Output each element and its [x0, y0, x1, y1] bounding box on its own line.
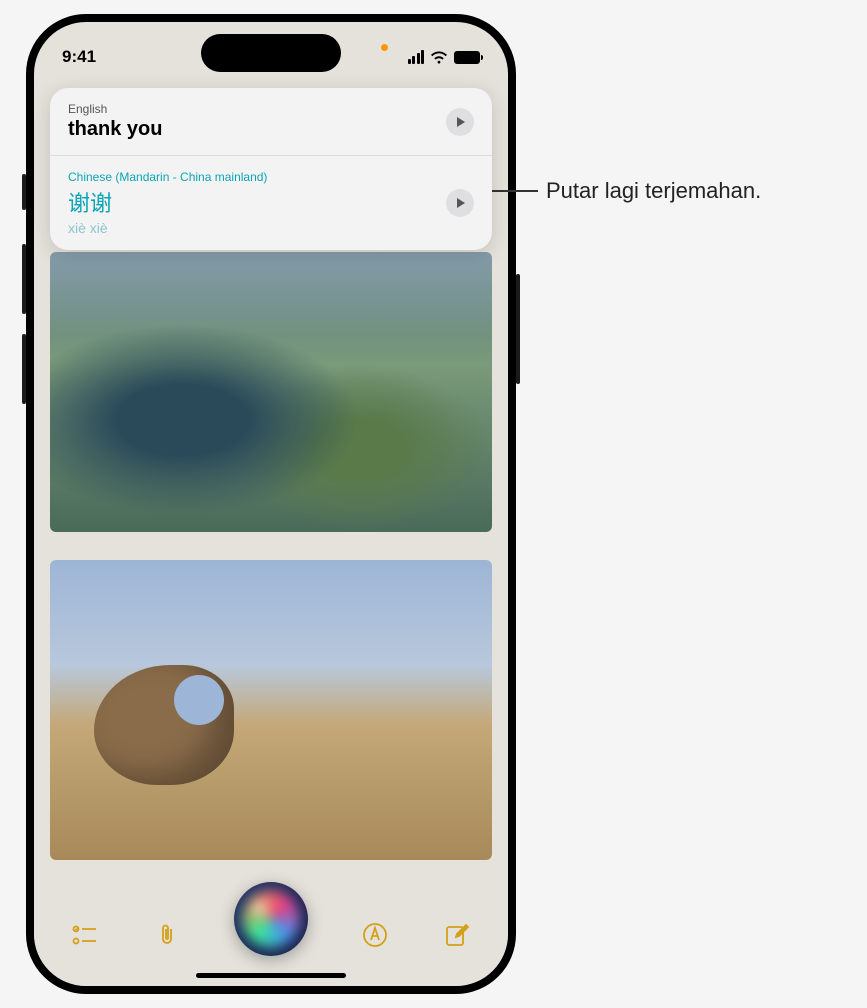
markup-icon[interactable]: [360, 920, 390, 950]
translation-source-row: English thank you: [50, 88, 492, 155]
mic-indicator-dot-icon: [381, 44, 388, 51]
dynamic-island: [201, 34, 341, 72]
screen: 9:41 English thank you: [34, 22, 508, 986]
source-language-label: English: [68, 102, 434, 116]
side-button: [516, 274, 520, 384]
play-icon: [457, 117, 465, 127]
status-time: 9:41: [62, 47, 96, 67]
status-right-cluster: [408, 50, 481, 64]
target-romanization: xiè xiè: [68, 220, 434, 236]
play-source-audio-button[interactable]: [446, 108, 474, 136]
translation-target-row: Chinese (Mandarin - China mainland) 谢谢 x…: [50, 155, 492, 250]
siri-translation-card: English thank you Chinese (Mandarin - Ch…: [50, 88, 492, 250]
note-attached-photo[interactable]: [50, 252, 492, 532]
target-language-label: Chinese (Mandarin - China mainland): [68, 170, 434, 184]
cellular-signal-icon: [408, 50, 425, 64]
callout-label: Putar lagi terjemahan.: [546, 178, 761, 204]
battery-icon: [454, 51, 480, 64]
play-translation-audio-button[interactable]: [446, 189, 474, 217]
note-attached-photo[interactable]: [50, 560, 492, 860]
siri-orb-button[interactable]: [234, 882, 308, 956]
attachment-icon[interactable]: [152, 920, 182, 950]
checklist-icon[interactable]: [70, 920, 100, 950]
iphone-device-frame: 9:41 English thank you: [26, 14, 516, 994]
ring-switch: [22, 174, 26, 210]
volume-down-button: [22, 334, 26, 404]
play-icon: [457, 198, 465, 208]
volume-up-button: [22, 244, 26, 314]
source-text: thank you: [68, 118, 434, 141]
compose-note-icon[interactable]: [442, 920, 472, 950]
annotation-callout: Putar lagi terjemahan.: [456, 178, 761, 204]
target-text: 谢谢: [68, 186, 434, 218]
home-indicator[interactable]: [196, 973, 346, 978]
wifi-icon: [430, 51, 448, 64]
